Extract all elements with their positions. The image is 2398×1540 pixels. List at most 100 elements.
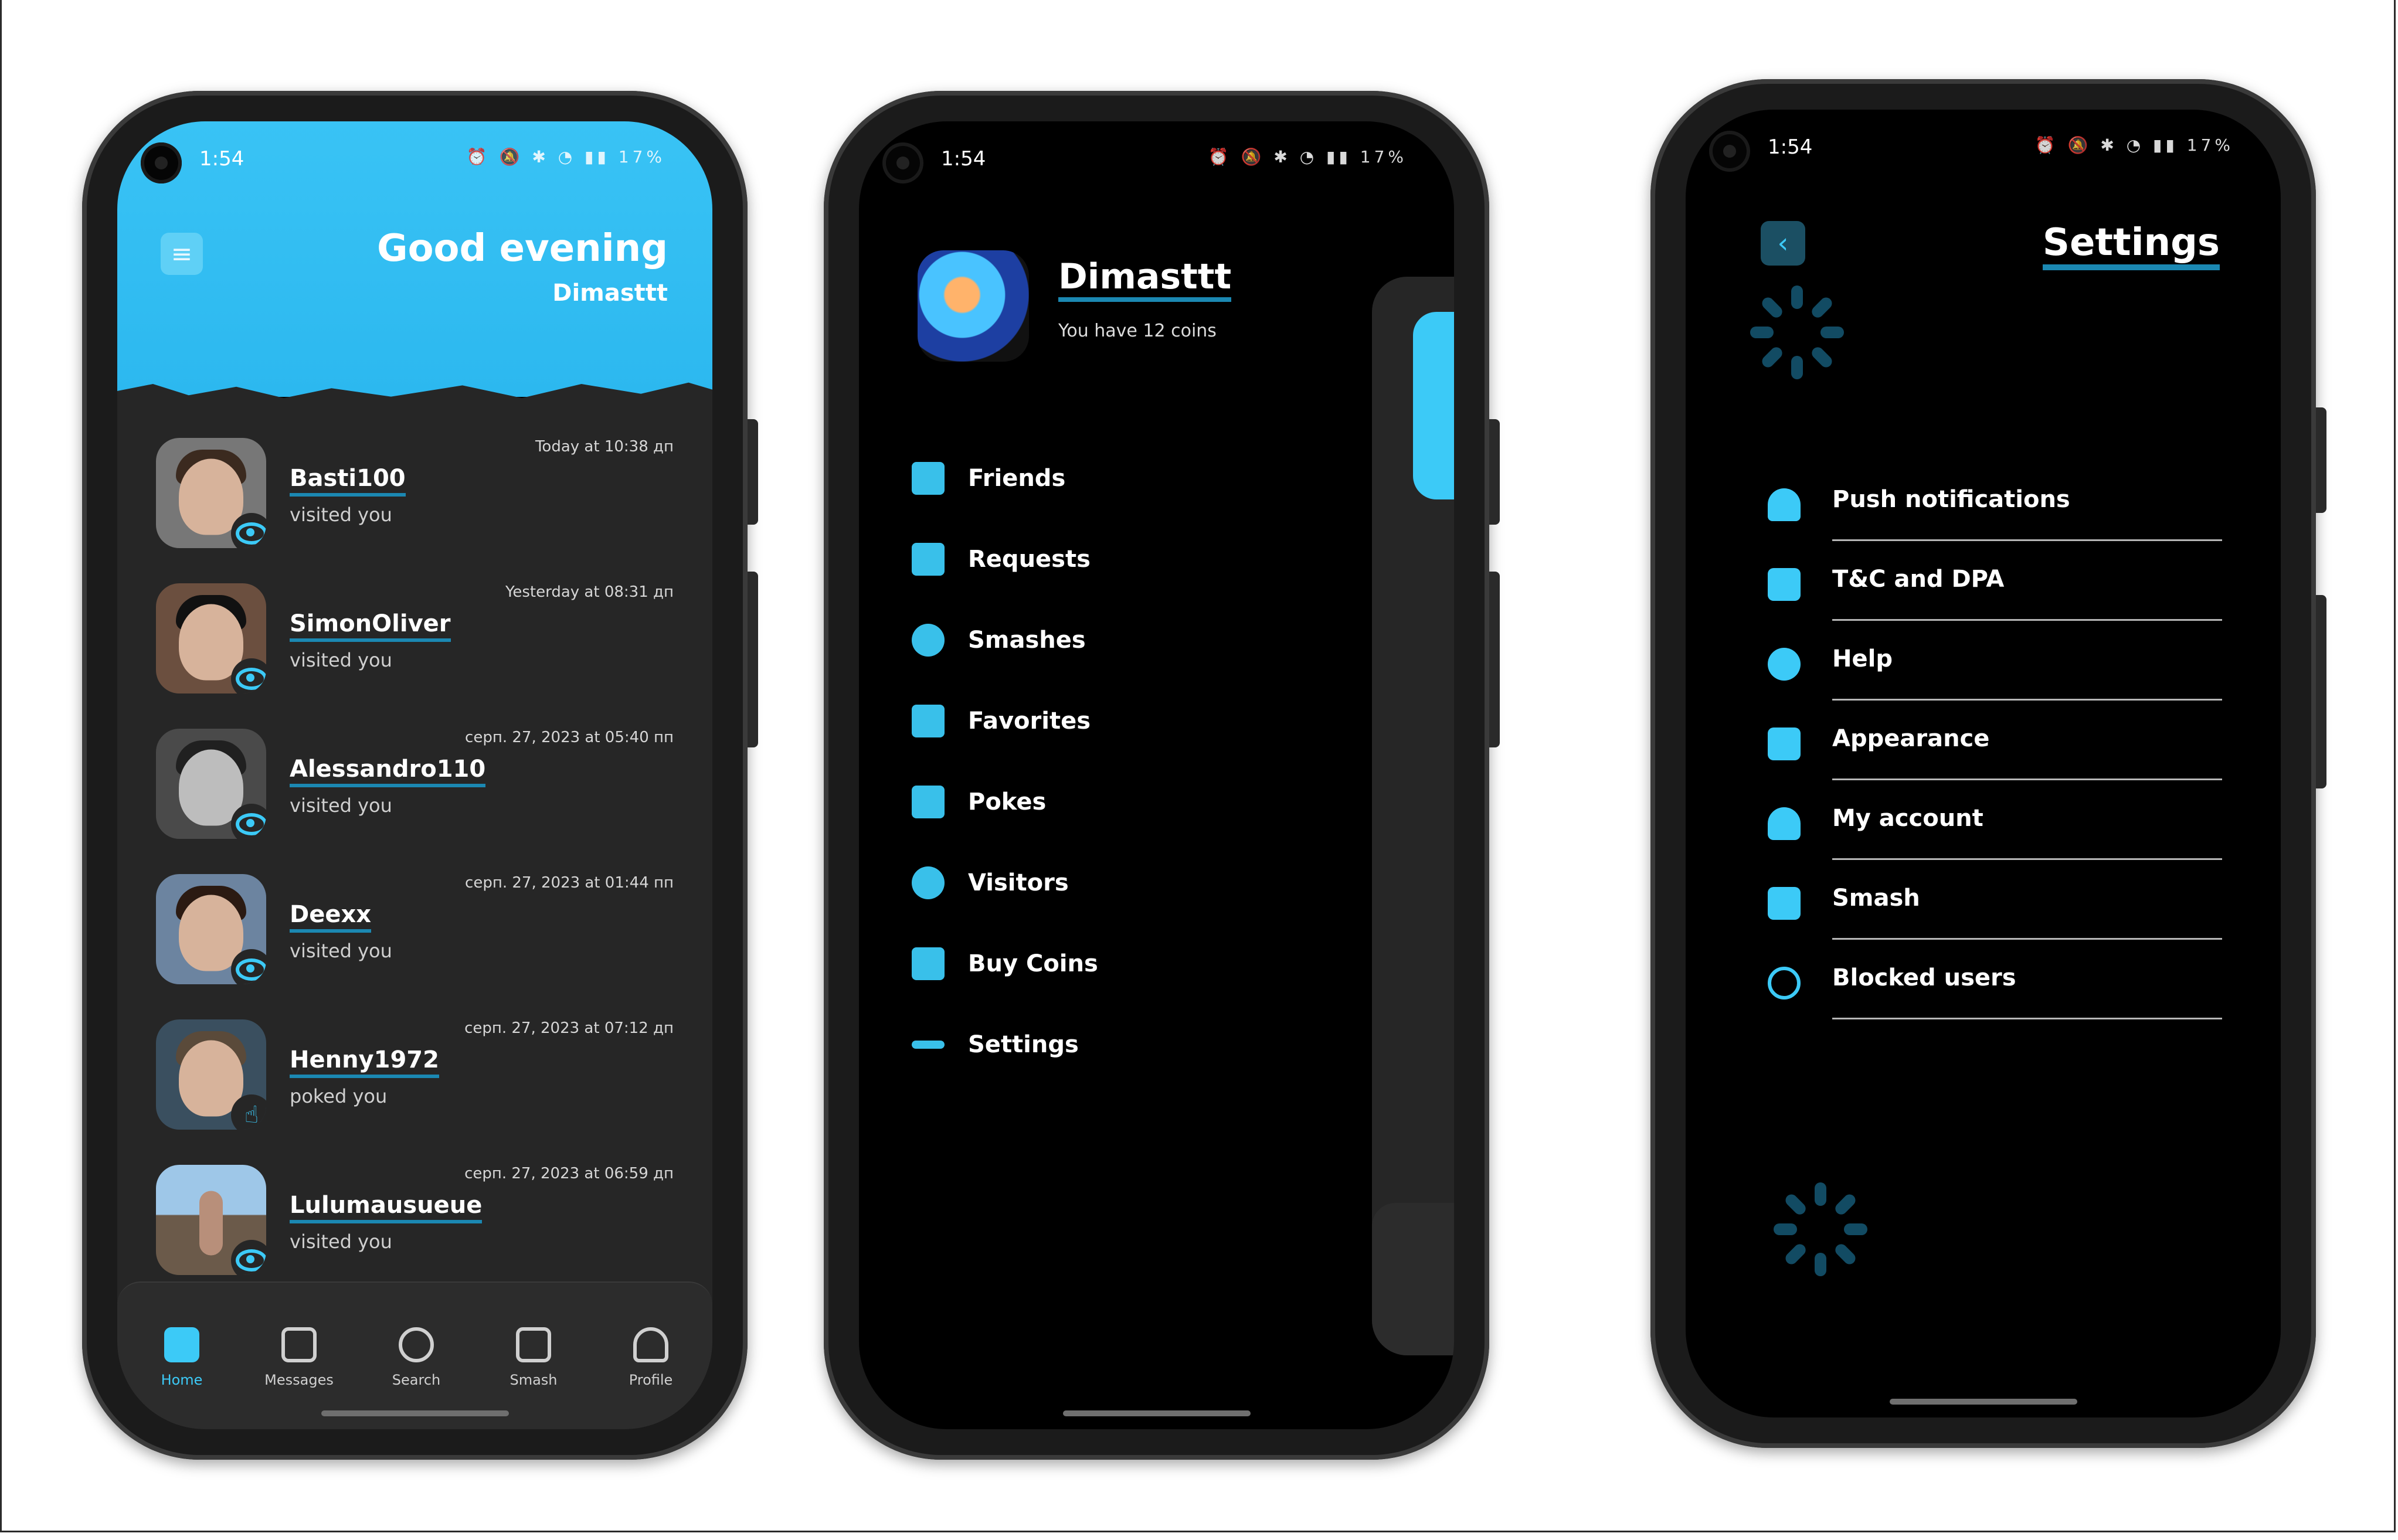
activity-text: visited you [290, 940, 392, 962]
avatar[interactable] [156, 438, 266, 548]
camera-hole [1709, 131, 1750, 172]
menu-item-requests[interactable]: Requests [912, 519, 1401, 600]
settings-label: Help [1832, 645, 1893, 672]
back-button[interactable]: ‹ [1761, 221, 1805, 266]
avatar-face [199, 1191, 223, 1256]
side-button [2316, 595, 2326, 788]
side-button [2316, 407, 2326, 513]
user-name[interactable]: Deexx [290, 901, 372, 933]
profile-avatar[interactable] [918, 250, 1029, 362]
list-item[interactable]: Yesterday at 08:31 дп SimonOliver visite… [156, 572, 674, 717]
nav-messages[interactable]: Messages [258, 1327, 340, 1388]
nav-label: Profile [629, 1372, 673, 1388]
time-stamp: Yesterday at 08:31 дп [505, 583, 674, 601]
activity-text: visited you [290, 794, 392, 817]
side-button [748, 572, 758, 747]
list-item[interactable]: серп. 27, 2023 at 06:59 дп Lulumausueue … [156, 1153, 674, 1298]
nav-profile[interactable]: Profile [610, 1327, 692, 1388]
activity-text: visited you [290, 1230, 392, 1253]
visit-badge [231, 1240, 266, 1275]
settings-row-my-account[interactable]: My account [1768, 780, 2222, 860]
phone-settings: 1:54 ⏰ 🔕 ✱ ◔ ▮▮ 17% ‹ Settings Push noti… [1650, 79, 2326, 1448]
chevron-left-icon: ‹ [1777, 227, 1789, 260]
avatar[interactable] [156, 1165, 266, 1275]
loading-spinner [1750, 285, 1844, 379]
menu-icon: ≡ [171, 239, 193, 269]
settings-row-blocked-users[interactable]: Blocked users [1768, 940, 2222, 1019]
avatar[interactable]: ☝ [156, 1019, 266, 1130]
settings-row-push-notifications[interactable]: Push notifications [1768, 461, 2222, 541]
side-button [1489, 572, 1500, 747]
help-icon [1768, 648, 1801, 681]
phone-home: 1:54 ⏰ 🔕 ✱ ◔ ▮▮ 17% ≡ Good evening Dimas… [82, 91, 758, 1460]
settings-row-appearance[interactable]: Appearance [1768, 701, 2222, 780]
eye-icon [236, 958, 266, 981]
battery-text: 17% [618, 147, 665, 166]
menu-button[interactable]: ≡ [161, 233, 203, 275]
settings-label: Appearance [1832, 725, 1990, 752]
poke-icon [912, 786, 945, 818]
drawer-menu: Friends Requests Smashes Favorites Pokes… [912, 438, 1401, 1085]
menu-item-buy-coins[interactable]: Buy Coins [912, 923, 1401, 1004]
avatar[interactable] [156, 583, 266, 693]
avatar[interactable] [156, 729, 266, 839]
home-icon [164, 1327, 199, 1362]
eye-icon [236, 813, 266, 835]
user-name[interactable]: Basti100 [290, 465, 406, 497]
greeting-username: Dimasttt [552, 280, 668, 307]
home-indicator [1889, 1399, 2077, 1405]
settings-label: My account [1832, 805, 1983, 832]
menu-item-friends[interactable]: Friends [912, 438, 1401, 519]
divider [1832, 1018, 2222, 1019]
nav-home[interactable]: Home [141, 1327, 223, 1388]
screen: 1:54 ⏰ 🔕 ✱ ◔ ▮▮ 17% Dimasttt You have 12… [859, 121, 1454, 1429]
bottom-navigation: Home Messages Search Smash Profile [117, 1281, 712, 1429]
nav-label: Smash [510, 1372, 558, 1388]
profile-icon [633, 1327, 668, 1362]
time-stamp: серп. 27, 2023 at 07:12 дп [464, 1019, 674, 1037]
list-item[interactable]: ☝ серп. 27, 2023 at 07:12 дп Henny1972 p… [156, 1008, 674, 1153]
smash-icon [1768, 887, 1801, 920]
loading-spinner [1774, 1182, 1867, 1276]
menu-item-visitors[interactable]: Visitors [912, 842, 1401, 923]
peek-nav [1372, 1203, 1454, 1355]
list-item[interactable]: серп. 27, 2023 at 01:44 пп Deexx visited… [156, 862, 674, 1008]
user-name[interactable]: Lulumausueue [290, 1192, 483, 1223]
home-indicator [321, 1410, 509, 1416]
menu-item-favorites[interactable]: Favorites [912, 681, 1401, 761]
settings-label: Push notifications [1832, 486, 2070, 513]
menu-label: Visitors [968, 869, 1069, 896]
greeting-title: Good evening [377, 227, 668, 270]
block-icon [1768, 967, 1801, 1000]
user-name[interactable]: Henny1972 [290, 1046, 439, 1078]
avatar[interactable] [156, 874, 266, 984]
settings-row-help[interactable]: Help [1768, 621, 2222, 701]
nav-search[interactable]: Search [375, 1327, 457, 1388]
eye-icon [236, 1249, 266, 1272]
battery-text: 17% [2186, 135, 2234, 155]
menu-label: Pokes [968, 788, 1047, 815]
list-item[interactable]: Today at 10:38 дп Basti100 visited you [156, 426, 674, 572]
status-icons: ⏰ 🔕 ✱ ◔ ▮▮ 17% [466, 147, 665, 166]
screen: 1:54 ⏰ 🔕 ✱ ◔ ▮▮ 17% ≡ Good evening Dimas… [117, 121, 712, 1429]
status-icons: ⏰ 🔕 ✱ ◔ ▮▮ 17% [2034, 135, 2234, 155]
settings-row-smash[interactable]: Smash [1768, 860, 2222, 940]
menu-item-settings[interactable]: Settings [912, 1004, 1401, 1085]
activity-text: poked you [290, 1085, 388, 1107]
status-bar: 1:54 ⏰ 🔕 ✱ ◔ ▮▮ 17% [117, 121, 712, 198]
time-stamp: серп. 27, 2023 at 05:40 пп [465, 729, 674, 746]
side-button [748, 419, 758, 525]
eye-icon [236, 522, 266, 545]
nav-label: Home [161, 1372, 203, 1388]
menu-item-pokes[interactable]: Pokes [912, 761, 1401, 842]
side-button [1489, 419, 1500, 525]
nav-smash[interactable]: Smash [492, 1327, 575, 1388]
profile-name: Dimasttt [1058, 256, 1232, 302]
drawer-peek-panel[interactable] [1372, 277, 1454, 1355]
camera-hole [141, 142, 182, 183]
list-item[interactable]: серп. 27, 2023 at 05:40 пп Alessandro110… [156, 717, 674, 862]
user-name[interactable]: SimonOliver [290, 610, 451, 642]
menu-item-smashes[interactable]: Smashes [912, 600, 1401, 681]
settings-row-tc-dpa[interactable]: T&C and DPA [1768, 541, 2222, 621]
user-name[interactable]: Alessandro110 [290, 756, 486, 787]
